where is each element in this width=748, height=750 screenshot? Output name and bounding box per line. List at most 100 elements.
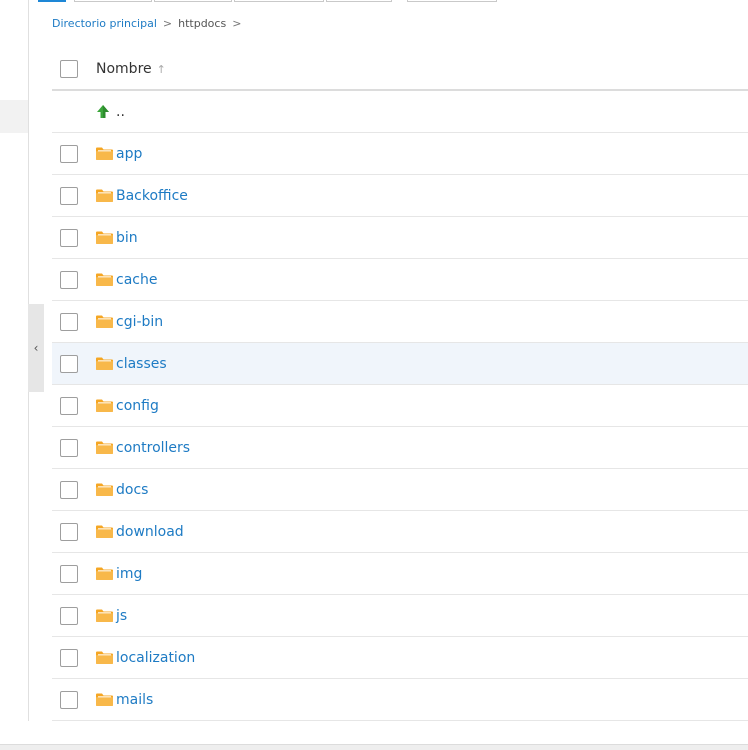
name-cell: mails (96, 692, 153, 708)
name-cell: classes (96, 356, 167, 372)
folder-link[interactable]: cgi-bin (116, 314, 163, 330)
breadcrumb-separator: > (162, 17, 173, 30)
table-row: classes (52, 343, 748, 385)
name-cell: img (96, 566, 142, 582)
toolbar-button-1[interactable] (74, 0, 152, 2)
name-cell: Backoffice (96, 188, 188, 204)
row-checkbox[interactable] (60, 480, 78, 499)
row-checkbox-cell (52, 480, 96, 499)
folder-link[interactable]: Backoffice (116, 188, 188, 204)
row-checkbox-cell (52, 186, 96, 205)
row-checkbox-cell (52, 396, 96, 415)
folder-icon (96, 315, 113, 328)
row-checkbox[interactable] (60, 396, 78, 415)
row-checkbox[interactable] (60, 186, 78, 205)
folder-link[interactable]: controllers (116, 440, 190, 456)
folder-link[interactable]: js (116, 608, 127, 624)
table-header: Nombre ↑ (52, 49, 748, 91)
folder-link[interactable]: classes (116, 356, 167, 372)
table-row: cache (52, 259, 748, 301)
table-row: Backoffice (52, 175, 748, 217)
folder-icon (96, 273, 113, 286)
table-row: localization (52, 637, 748, 679)
table-row: cgi-bin (52, 301, 748, 343)
name-cell: .. (96, 104, 125, 120)
folder-icon (96, 189, 113, 202)
row-checkbox[interactable] (60, 648, 78, 667)
folder-icon (96, 693, 113, 706)
row-checkbox-cell (52, 144, 96, 163)
toolbar-button-4[interactable] (326, 0, 392, 2)
select-all-cell (52, 60, 96, 78)
row-checkbox[interactable] (60, 690, 78, 709)
up-arrow-icon (97, 105, 109, 118)
folder-link[interactable]: app (116, 146, 142, 162)
row-checkbox[interactable] (60, 228, 78, 247)
folder-icon (96, 441, 113, 454)
table-row: js (52, 595, 748, 637)
folder-link[interactable]: localization (116, 650, 195, 666)
name-cell: config (96, 398, 159, 414)
name-cell: js (96, 608, 127, 624)
row-checkbox[interactable] (60, 438, 78, 457)
bottom-scrollbar[interactable] (0, 744, 748, 750)
column-header-name[interactable]: Nombre ↑ (96, 61, 166, 77)
breadcrumb: Directorio principal > httpdocs > (52, 17, 247, 30)
name-cell: bin (96, 230, 138, 246)
row-checkbox-cell (52, 522, 96, 541)
row-checkbox[interactable] (60, 144, 78, 163)
file-table: Nombre ↑ .. app Backoffice bin cache cgi… (52, 49, 748, 721)
sort-ascending-icon: ↑ (156, 62, 166, 76)
folder-link[interactable]: config (116, 398, 159, 414)
folder-link[interactable]: mails (116, 692, 153, 708)
folder-icon (96, 525, 113, 538)
table-row: app (52, 133, 748, 175)
parent-directory-link[interactable]: .. (116, 104, 125, 120)
row-checkbox[interactable] (60, 312, 78, 331)
row-checkbox-cell (52, 648, 96, 667)
select-all-checkbox[interactable] (60, 60, 78, 78)
folder-icon (96, 147, 113, 160)
sidebar-selected-band (0, 100, 28, 133)
row-checkbox-cell (52, 312, 96, 331)
column-header-name-label: Nombre (96, 61, 152, 77)
row-checkbox-cell (52, 354, 96, 373)
folder-link[interactable]: download (116, 524, 184, 540)
folder-link[interactable]: docs (116, 482, 148, 498)
folder-link[interactable]: img (116, 566, 142, 582)
row-checkbox-cell (52, 270, 96, 289)
folder-link[interactable]: cache (116, 272, 157, 288)
row-checkbox-cell (52, 564, 96, 583)
row-checkbox-cell (52, 690, 96, 709)
table-row: bin (52, 217, 748, 259)
name-cell: download (96, 524, 184, 540)
row-checkbox[interactable] (60, 270, 78, 289)
toolbar-primary-button[interactable] (38, 0, 66, 2)
row-checkbox[interactable] (60, 522, 78, 541)
name-cell: cache (96, 272, 157, 288)
folder-link[interactable]: bin (116, 230, 138, 246)
left-sidebar (0, 0, 29, 721)
row-checkbox-cell (52, 606, 96, 625)
breadcrumb-current: httpdocs (178, 17, 227, 30)
name-cell: app (96, 146, 142, 162)
table-row: download (52, 511, 748, 553)
table-row: docs (52, 469, 748, 511)
name-cell: controllers (96, 440, 190, 456)
table-row: img (52, 553, 748, 595)
sidebar-collapse-handle[interactable]: ‹ (28, 304, 44, 392)
row-checkbox-cell (52, 438, 96, 457)
chevron-left-icon: ‹ (33, 341, 39, 355)
row-checkbox[interactable] (60, 564, 78, 583)
row-checkbox[interactable] (60, 606, 78, 625)
toolbar-button-5[interactable] (407, 0, 497, 2)
name-cell: localization (96, 650, 195, 666)
table-row: mails (52, 679, 748, 721)
folder-icon (96, 483, 113, 496)
parent-directory-row: .. (52, 91, 748, 133)
breadcrumb-separator: > (232, 17, 242, 30)
row-checkbox[interactable] (60, 354, 78, 373)
breadcrumb-home-link[interactable]: Directorio principal (52, 17, 157, 30)
toolbar-button-2[interactable] (154, 0, 232, 2)
toolbar-button-3[interactable] (234, 0, 324, 2)
